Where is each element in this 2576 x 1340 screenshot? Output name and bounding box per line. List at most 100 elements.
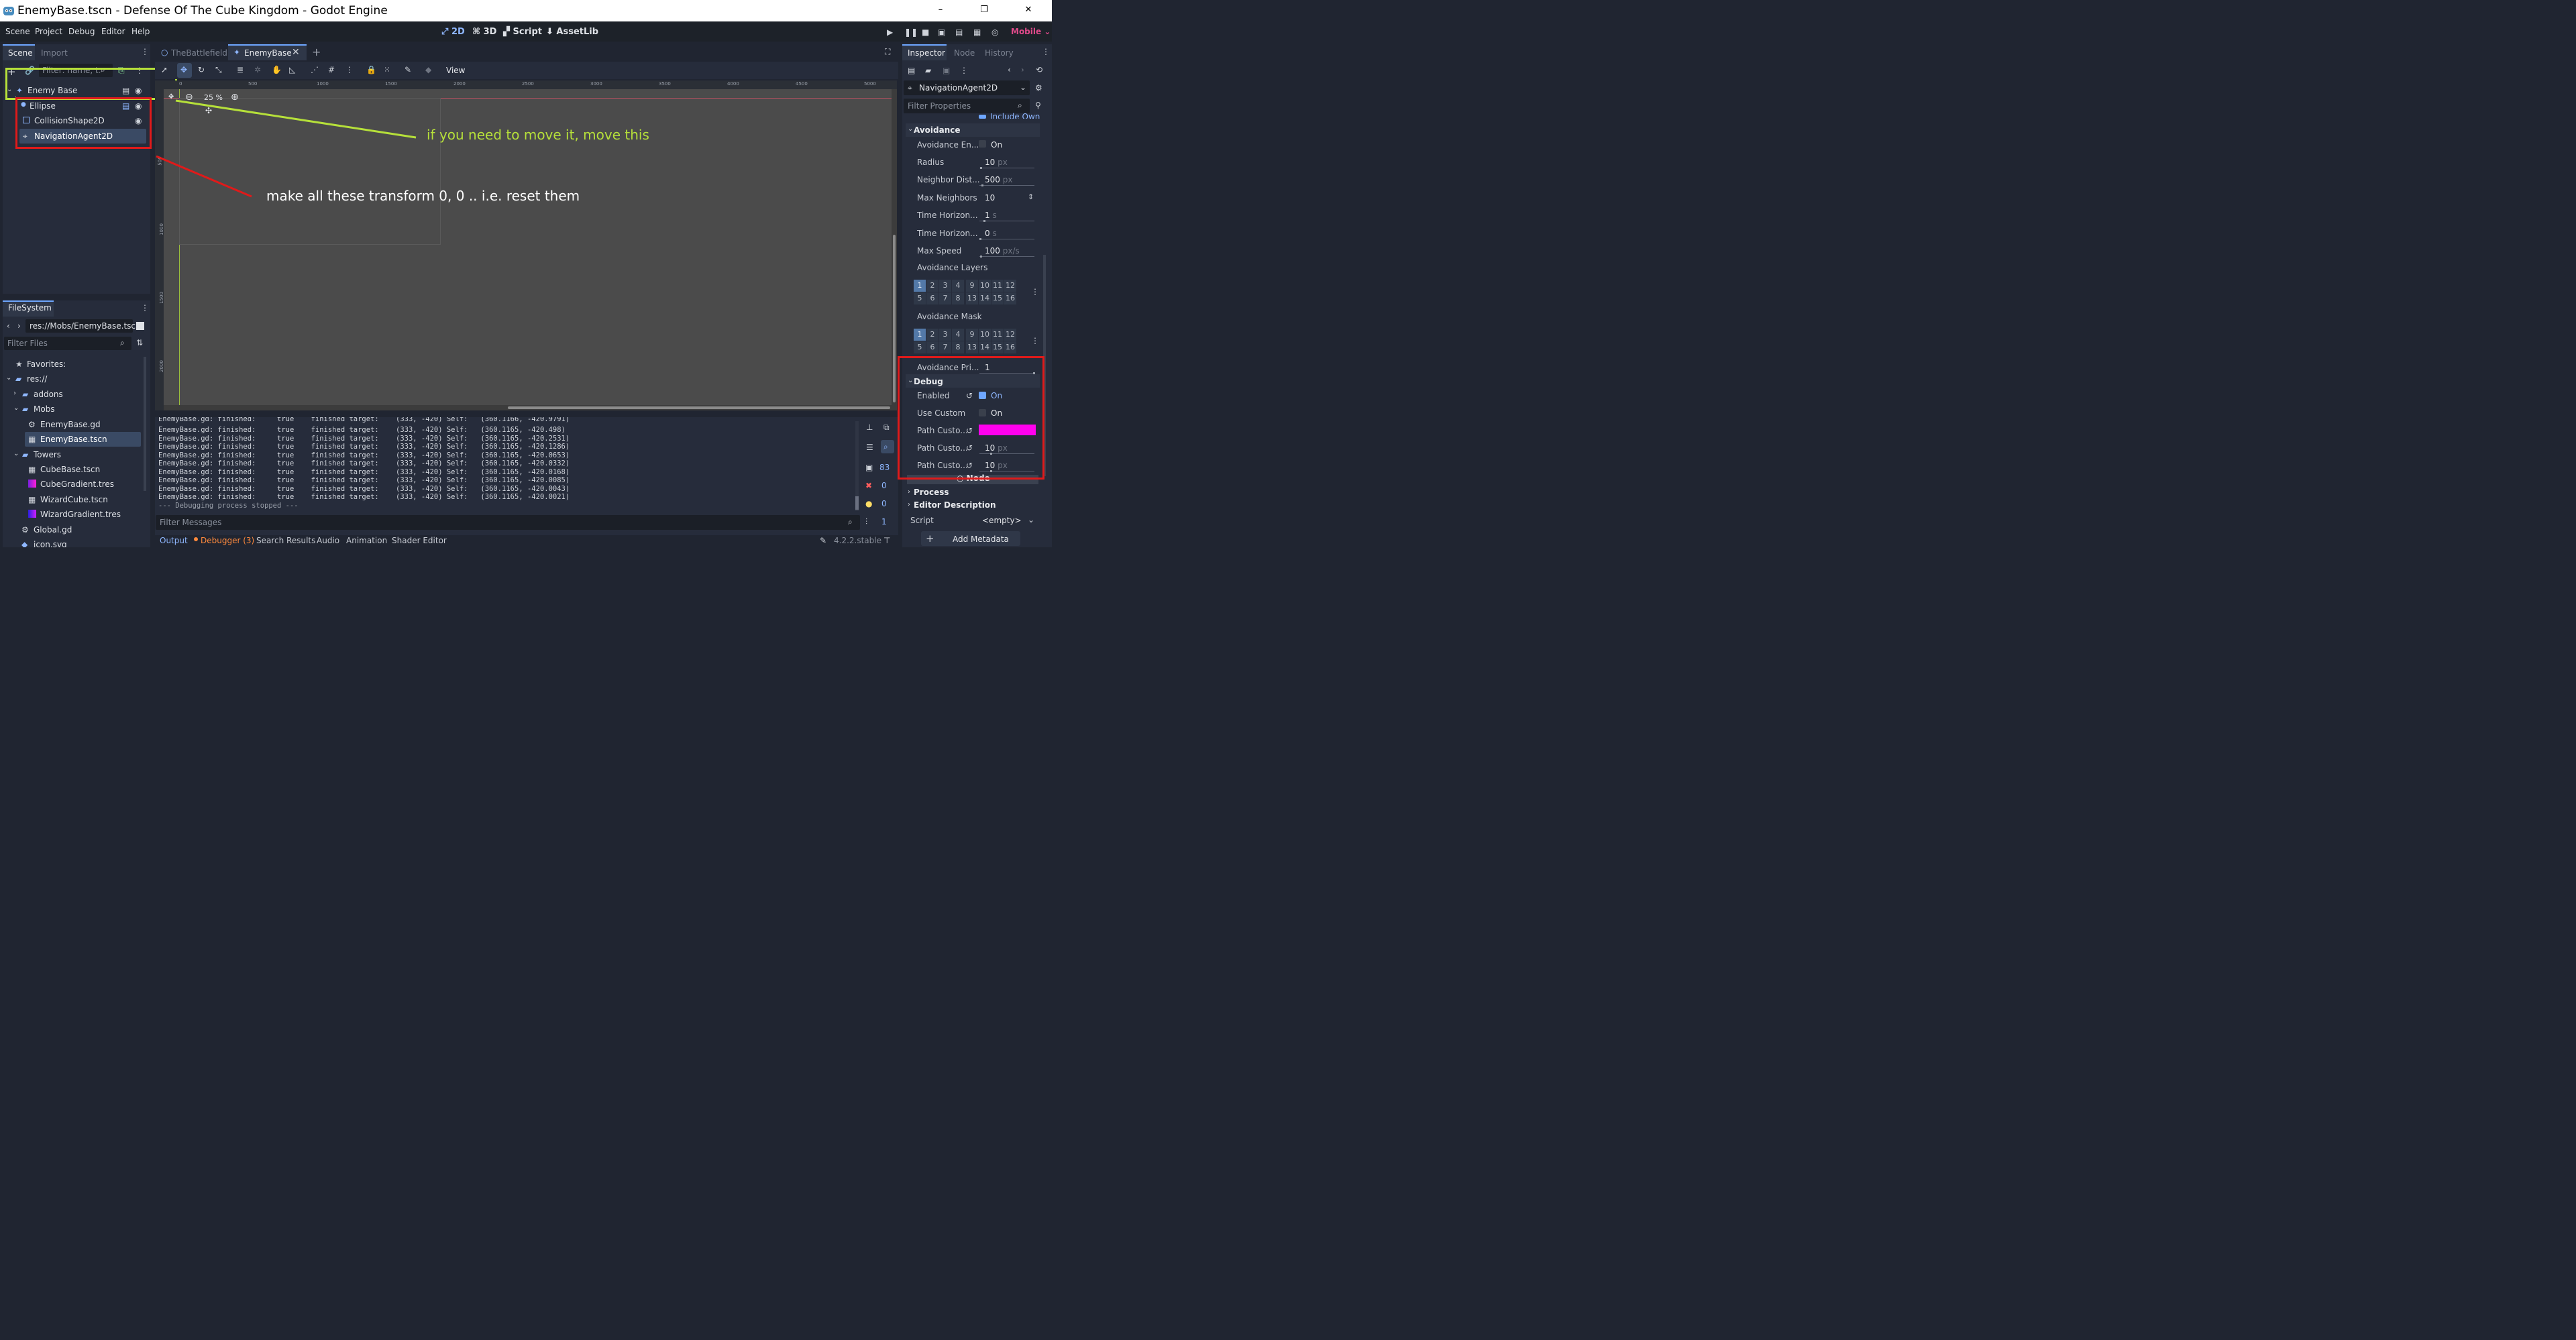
bottom-tab-debugger[interactable]: Debugger (3) <box>201 536 254 545</box>
avoidance-mask-grid[interactable]: 1 2 3 4 9 10 11 12 5 6 7 8 13 14 15 16 <box>914 329 1018 354</box>
editor-description-expand-icon[interactable]: › <box>908 501 910 508</box>
navigation-agent-object-icon: ⌖ <box>908 83 912 93</box>
warning-icon: ● <box>865 499 873 508</box>
time-horizon-agents-slider-handle[interactable] <box>983 220 985 222</box>
layer-cell[interactable]: 9 <box>966 280 978 292</box>
layers-menu-icon[interactable]: ⋮ <box>1031 287 1039 296</box>
time-horizon-obstacles-field[interactable]: 0 s <box>985 229 997 238</box>
messages-count: 83 <box>879 463 890 472</box>
script-dropdown-icon[interactable]: ⌄ <box>1028 515 1034 524</box>
new-resource-icon[interactable]: ▤ <box>908 66 915 75</box>
mask-cell[interactable]: 2 <box>926 329 938 341</box>
mask-cell[interactable]: 13 <box>966 341 978 353</box>
mask-cell[interactable]: 11 <box>991 329 1004 341</box>
max-neighbors-field[interactable]: 10 <box>985 193 995 203</box>
mask-cell[interactable]: 5 <box>914 341 926 353</box>
layer-cell[interactable]: 13 <box>966 292 978 304</box>
layer-cell[interactable]: 7 <box>939 292 951 304</box>
spinner-arrows-icon[interactable]: ⇕ <box>1028 192 1034 201</box>
max-speed-field[interactable]: 100 px/s <box>985 246 1020 256</box>
layer-cell[interactable]: 16 <box>1004 292 1016 304</box>
mask-cell[interactable]: 7 <box>939 341 951 353</box>
max-speed-slider[interactable] <box>979 256 1034 257</box>
time-horizon-obstacles-label: Time Horizon... <box>917 229 978 238</box>
mask-cell[interactable]: 16 <box>1004 341 1016 353</box>
debugger-alert-dot <box>194 537 198 541</box>
clear-output-icon[interactable]: ⊥ <box>866 423 873 432</box>
tab-history[interactable]: History <box>985 48 1014 58</box>
collapse-duplicates-icon[interactable]: ☰ <box>866 443 873 452</box>
property-sort-icon[interactable]: ⚲ <box>1035 101 1041 110</box>
mask-menu-icon[interactable]: ⋮ <box>1031 336 1039 345</box>
time-horizon-agents-label: Time Horizon... <box>917 211 978 220</box>
bottom-tab-shader-editor[interactable]: Shader Editor <box>392 536 447 545</box>
mask-cell[interactable]: 1 <box>914 329 926 341</box>
red-annotation-box-debug <box>898 356 1044 480</box>
layer-cell[interactable]: 10 <box>979 280 991 292</box>
output-line-9: EnemyBase.gd: finished: true finished ta… <box>158 493 570 501</box>
inspector-dock-menu-icon[interactable]: ⋮ <box>1042 47 1050 56</box>
resource-menu-icon[interactable]: ⋮ <box>960 66 968 75</box>
output-scroll-thumb[interactable] <box>855 496 859 510</box>
mask-cell[interactable]: 9 <box>966 329 978 341</box>
layer-cell[interactable]: 5 <box>914 292 926 304</box>
time-horizon-agents-field[interactable]: 1 s <box>985 211 997 220</box>
include-own-checkbox[interactable] <box>979 115 986 119</box>
avoidance-layers-grid[interactable]: 1 2 3 4 9 10 11 12 5 6 7 8 13 14 15 16 <box>914 280 1018 305</box>
radius-field[interactable]: 10 px <box>985 158 1008 167</box>
filter-messages-input[interactable] <box>156 515 860 530</box>
neighbor-dist-field[interactable]: 500 px <box>985 175 1012 184</box>
history-back-icon[interactable]: ‹ <box>1008 65 1011 74</box>
mask-cell[interactable]: 3 <box>939 329 951 341</box>
layer-cell[interactable]: 15 <box>991 292 1004 304</box>
output-search-icon[interactable]: ⌕ <box>883 442 888 452</box>
layer-cell[interactable]: 1 <box>914 280 926 292</box>
history-menu-icon[interactable]: ⟲ <box>1036 65 1042 74</box>
open-folder-icon[interactable]: ▰ <box>925 66 931 75</box>
tab-node[interactable]: Node <box>954 48 975 58</box>
layer-cell[interactable]: 4 <box>952 280 964 292</box>
mask-cell[interactable]: 10 <box>979 329 991 341</box>
bottom-tab-search-results[interactable]: Search Results <box>256 536 315 545</box>
layer-cell[interactable]: 3 <box>939 280 951 292</box>
layer-cell[interactable]: 2 <box>926 280 938 292</box>
bottom-tab-animation[interactable]: Animation <box>346 536 387 545</box>
layer-cell[interactable]: 12 <box>1004 280 1016 292</box>
avoidance-enabled-checkbox[interactable] <box>979 140 986 148</box>
neighbor-dist-slider-handle[interactable] <box>981 184 983 186</box>
editor-description-section[interactable]: Editor Description <box>914 500 996 510</box>
neighbor-dist-slider[interactable] <box>979 185 1034 186</box>
script-value[interactable]: <empty> <box>982 516 1022 525</box>
save-icon[interactable]: ▣ <box>943 66 950 75</box>
bottom-tab-audio[interactable]: Audio <box>317 536 339 545</box>
process-expand-icon[interactable]: › <box>908 488 910 496</box>
layer-cell[interactable]: 8 <box>952 292 964 304</box>
bottom-panel-toggle-icon[interactable]: ⊤ <box>883 536 890 545</box>
output-line-partial: EnemyBase.gd: finished: true finished ta… <box>158 417 570 423</box>
output-log[interactable]: EnemyBase.gd: finished: true finished ta… <box>155 417 859 511</box>
history-forward-icon[interactable]: › <box>1021 65 1024 74</box>
info-icon: ⫶ <box>865 517 868 526</box>
layer-cell[interactable]: 6 <box>926 292 938 304</box>
layer-cell[interactable]: 11 <box>991 280 1004 292</box>
mask-cell[interactable]: 12 <box>1004 329 1016 341</box>
object-settings-icon[interactable]: ⚙ <box>1035 83 1042 93</box>
mask-cell[interactable]: 6 <box>926 341 938 353</box>
avoidance-enabled-value: On <box>991 140 1003 150</box>
output-line-1: EnemyBase.gd: finished: true finished ta… <box>158 426 566 434</box>
max-speed-slider-handle[interactable] <box>980 256 982 258</box>
filter-properties-placeholder: Filter Properties <box>908 101 971 111</box>
max-neighbors-label: Max Neighbors <box>917 193 977 203</box>
avoidance-enabled-label: Avoidance En... <box>917 140 979 150</box>
time-horizon-obstacles-slider-handle[interactable] <box>979 238 981 240</box>
mask-cell[interactable]: 8 <box>952 341 964 353</box>
copy-output-icon[interactable]: ⧉ <box>883 423 890 433</box>
mask-cell[interactable]: 15 <box>991 341 1004 353</box>
radius-slider-handle[interactable] <box>980 167 982 169</box>
mask-cell[interactable]: 4 <box>952 329 964 341</box>
red-arrow <box>156 155 252 198</box>
bottom-tab-output[interactable]: Output <box>160 536 188 545</box>
process-section[interactable]: Process <box>914 488 949 497</box>
mask-cell[interactable]: 14 <box>979 341 991 353</box>
layer-cell[interactable]: 14 <box>979 292 991 304</box>
